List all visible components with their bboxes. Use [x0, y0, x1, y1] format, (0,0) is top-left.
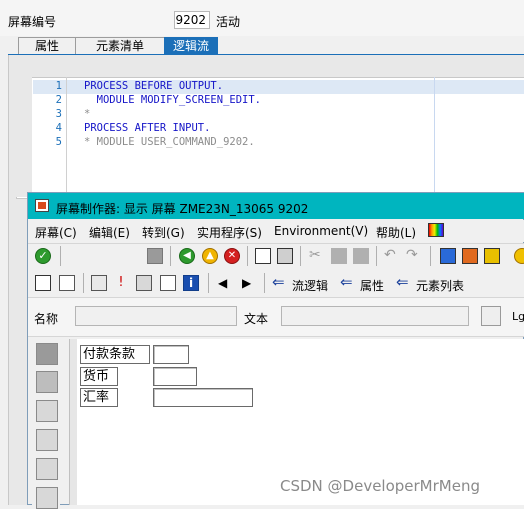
redo-icon[interactable]: ↷ [406, 248, 422, 264]
field-label-currency[interactable]: 货币 [80, 367, 118, 386]
dictionary-icon[interactable] [136, 275, 152, 291]
watermark: CSDN @DeveloperMrMeng [280, 477, 480, 495]
menu-screen[interactable]: 屏幕(C) [35, 224, 77, 241]
line-number: 5 [55, 136, 62, 148]
menu-edit[interactable]: 编辑(E) [89, 224, 130, 241]
flow-logic-button[interactable]: 流逻辑 [292, 277, 328, 294]
undo-icon[interactable]: ↶ [384, 248, 400, 264]
menu-utilities[interactable]: 实用程序(S) [197, 224, 262, 241]
toolbar-separator [376, 246, 377, 266]
tab-element-list[interactable]: 元素清单 [75, 37, 165, 54]
toolbar-separator [83, 273, 84, 293]
info-icon[interactable]: i [183, 275, 199, 291]
tab-flow-logic[interactable]: 逻辑流 [164, 37, 218, 54]
layout-icon[interactable] [484, 248, 500, 264]
check-icon[interactable]: ✓ [35, 248, 51, 264]
save-icon[interactable] [147, 248, 163, 264]
tree-icon[interactable] [160, 275, 176, 291]
toolbar-separator [60, 246, 61, 266]
edit-pencil-icon[interactable] [35, 275, 51, 291]
field-label-payment-terms[interactable]: 付款条款 [80, 345, 150, 364]
menu-help[interactable]: 帮助(L) [376, 224, 416, 241]
gutter-separator [66, 77, 67, 197]
line-number: 3 [55, 108, 62, 120]
back-icon[interactable]: ◀ [179, 248, 195, 264]
toolbar-separator [430, 246, 431, 266]
layout-icon[interactable] [440, 248, 456, 264]
arrow-left-icon[interactable]: ⇐ [340, 275, 356, 291]
exit-icon[interactable]: ▲ [202, 248, 218, 264]
menu-environment[interactable]: Environment(V) [274, 224, 368, 238]
code-line[interactable]: * [84, 108, 90, 120]
cancel-icon[interactable]: ✕ [224, 248, 240, 264]
other-screen-icon[interactable] [59, 275, 75, 291]
checkbox-tool-icon[interactable] [36, 429, 58, 451]
paste-icon[interactable] [353, 248, 369, 264]
cut-icon[interactable]: ✂ [309, 248, 325, 264]
previous-icon[interactable]: ◀ [218, 276, 234, 292]
arrow-left-icon[interactable]: ⇐ [272, 275, 288, 291]
help-icon[interactable] [514, 248, 524, 264]
layout-menu-icon[interactable] [428, 223, 444, 237]
toolbar-separator [247, 246, 248, 266]
name-field[interactable] [75, 306, 237, 326]
text-field-tool-icon[interactable] [36, 371, 58, 393]
attributes-button[interactable]: 属性 [360, 277, 384, 294]
find-icon[interactable] [277, 248, 293, 264]
toolbar-separator [208, 273, 209, 293]
screen-number-field[interactable]: 9202 [174, 11, 210, 29]
field-label-exchange-rate[interactable]: 汇率 [80, 388, 118, 407]
field-input-payment-terms[interactable] [153, 345, 189, 364]
code-line[interactable]: PROCESS AFTER INPUT. [84, 122, 210, 134]
screen-number-label: 屏幕编号 [8, 15, 57, 29]
screen-painter-icon [35, 199, 49, 212]
name-label: 名称 [34, 312, 59, 326]
field-icon[interactable]: ! [113, 275, 129, 291]
arrow-left-icon[interactable]: ⇐ [396, 275, 412, 291]
line-number: 4 [55, 122, 62, 134]
field-input-exchange-rate[interactable] [153, 388, 253, 407]
screen-status: 活动 [216, 15, 241, 29]
element-list-button[interactable]: 元素列表 [416, 277, 464, 294]
print-icon[interactable] [255, 248, 271, 264]
toolbar-separator [170, 246, 171, 266]
grid-icon[interactable] [481, 306, 501, 326]
window-title: 屏幕制作器: 显示 屏幕 ZME23N_13065 9202 [56, 202, 309, 216]
line-number: 2 [55, 94, 62, 106]
editor-gutter [16, 77, 32, 197]
tab-attributes[interactable]: 属性 [18, 37, 76, 54]
text-field[interactable] [281, 306, 469, 326]
copy-icon[interactable] [331, 248, 347, 264]
toolbar-separator [264, 273, 265, 293]
margin-line [434, 77, 435, 197]
layout-icon[interactable] [462, 248, 478, 264]
text-label: 文本 [244, 312, 269, 326]
radio-tool-icon[interactable] [36, 458, 58, 480]
menu-goto[interactable]: 转到(G) [142, 224, 185, 241]
screen-header [0, 0, 524, 36]
pointer-tool-icon[interactable] [36, 343, 58, 365]
code-line[interactable]: MODULE MODIFY_SCREEN_EDIT. [84, 94, 261, 106]
pushbutton-tool-icon[interactable] [36, 487, 58, 509]
hierarchy-icon[interactable] [91, 275, 107, 291]
canvas-ruler [70, 339, 77, 505]
toolbar-separator [300, 246, 301, 266]
field-input-currency[interactable] [153, 367, 197, 386]
code-line[interactable]: * MODULE USER_COMMAND_9202. [84, 136, 255, 148]
code-line[interactable]: PROCESS BEFORE OUTPUT. [84, 80, 223, 92]
input-field-tool-icon[interactable] [36, 400, 58, 422]
next-icon[interactable]: ▶ [242, 276, 258, 292]
line-number: 1 [55, 80, 62, 92]
lg-label: Lg [512, 310, 524, 323]
